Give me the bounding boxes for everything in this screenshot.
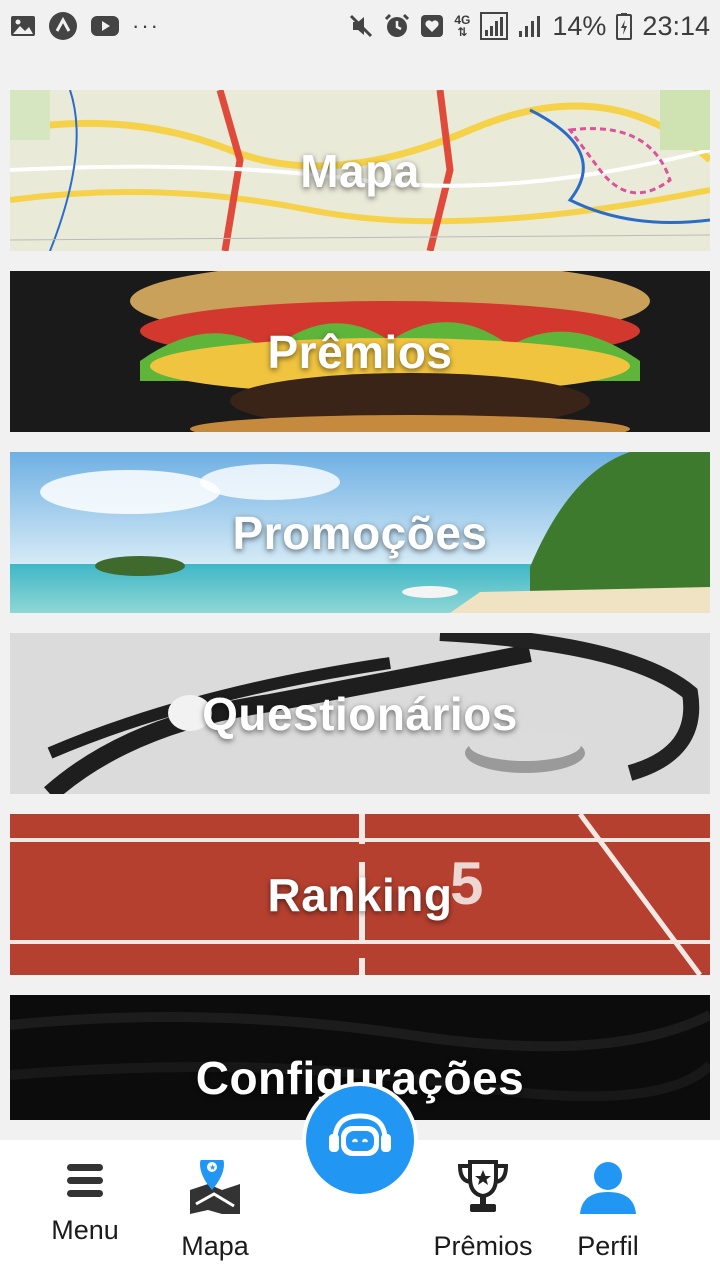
nav-mapa-label: Mapa [181, 1231, 249, 1261]
user-profile-icon [578, 1160, 638, 1221]
battery-icon [616, 12, 633, 40]
heart-notification-icon [420, 14, 444, 38]
nav-perfil[interactable]: Perfil [538, 1160, 678, 1262]
menu-cards: Mapa Prêmios Promoções Questionários 5 R… [10, 90, 710, 1140]
card-label: Ranking [267, 868, 453, 921]
nav-mapa[interactable]: ★ Mapa [145, 1152, 285, 1262]
assistant-button-inner [306, 1086, 414, 1194]
card-ranking[interactable]: 5 Ranking [10, 814, 710, 975]
card-promocoes[interactable]: Promoções [10, 452, 710, 613]
card-label: Questionários [202, 687, 518, 740]
nav-perfil-label: Perfil [577, 1231, 639, 1261]
status-bar-left: ··· [10, 11, 160, 41]
app-icon [48, 11, 78, 41]
card-label: Prêmios [267, 325, 453, 378]
alarm-icon [384, 13, 410, 39]
assistant-button[interactable] [302, 1082, 418, 1198]
trophy-icon [456, 1160, 510, 1221]
card-mapa[interactable]: Mapa [10, 90, 710, 251]
card-premios[interactable]: Prêmios [10, 271, 710, 432]
robot-headset-icon [325, 1110, 395, 1171]
status-bar-right: 4G ⇅ 14% 23:14 [348, 11, 710, 42]
signal-icon [480, 12, 509, 40]
svg-text:5: 5 [450, 850, 483, 917]
image-icon [10, 14, 36, 38]
nav-premios[interactable]: Prêmios [413, 1160, 553, 1262]
map-pin-icon: ★ [186, 1152, 244, 1221]
youtube-icon [90, 14, 120, 38]
nav-premios-label: Prêmios [433, 1231, 533, 1261]
card-label: Mapa [300, 144, 420, 197]
nav-menu-label: Menu [51, 1215, 119, 1245]
signal-icon-secondary [518, 12, 542, 40]
svg-text:★: ★ [209, 1163, 216, 1172]
battery-percent: 14% [552, 10, 607, 41]
clock: 23:14 [642, 10, 710, 41]
network-type: 4G ⇅ [454, 13, 471, 39]
status-bar: ··· 4G ⇅ 14% 23:14 [0, 0, 720, 52]
nav-menu[interactable]: Menu [15, 1160, 155, 1246]
data-arrows-icon: ⇅ [457, 25, 468, 39]
card-questionarios[interactable]: Questionários [10, 633, 710, 794]
more-icon: ··· [132, 13, 160, 38]
mute-icon [348, 13, 374, 39]
card-label: Promoções [232, 506, 488, 559]
hamburger-menu-icon [65, 1160, 105, 1205]
